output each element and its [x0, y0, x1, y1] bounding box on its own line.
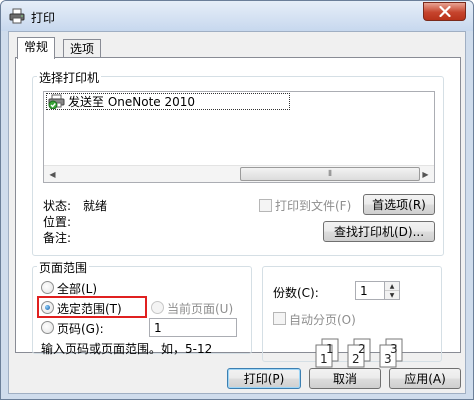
select-printer-group: 选择打印机 发送至 OneNote 2010 ◀ ⦀ ▶ 状态: 就绪 位置: …: [32, 69, 444, 256]
status-label: 状态:: [43, 199, 72, 213]
spin-up-icon[interactable]: ▲: [385, 282, 399, 291]
print-dialog: 打印 常规 选项 选择打印机 发送至 OneNote 2010 ◀ ⦀ ▶ 状态…: [0, 0, 474, 400]
dialog-body: 常规 选项 选择打印机 发送至 OneNote 2010 ◀ ⦀ ▶ 状态: 就…: [8, 31, 466, 394]
comment-label: 备注:: [43, 231, 72, 245]
preferences-button[interactable]: 首选项(R): [363, 194, 435, 215]
selection-highlight-box: [37, 296, 147, 318]
printer-name: 发送至 OneNote 2010: [68, 95, 196, 109]
range-pages-label: 页码(G):: [57, 322, 104, 336]
copies-input[interactable]: [355, 281, 385, 300]
collate-checkbox[interactable]: [273, 312, 286, 325]
collate-digit: 1: [320, 352, 328, 366]
collate-label: 自动分页(O): [289, 313, 356, 327]
page-range-group: 页面范围 全部(L) 选定范围(T) 当前页面(U) 页码(G): 输入页码或页…: [32, 259, 252, 356]
range-pages-radio[interactable]: [41, 321, 54, 334]
scroll-thumb[interactable]: ⦀: [240, 167, 420, 181]
range-hint: 输入页码或页面范围。如，5-12: [41, 342, 213, 356]
page-range-legend: 页面范围: [37, 259, 90, 276]
range-all-radio[interactable]: [41, 281, 54, 294]
range-current-page-radio[interactable]: [151, 301, 164, 314]
range-current-page-label: 当前页面(U): [167, 302, 234, 316]
range-all-label: 全部(L): [57, 282, 98, 296]
close-icon: [438, 6, 451, 17]
print-to-file-label: 打印到文件(F): [275, 199, 352, 213]
tab-panel-general: 选择打印机 发送至 OneNote 2010 ◀ ⦀ ▶ 状态: 就绪 位置: …: [15, 57, 461, 368]
print-button[interactable]: 打印(P): [227, 368, 301, 389]
apply-button[interactable]: 应用(A): [389, 368, 461, 389]
printer-list-scrollbar[interactable]: ◀ ⦀ ▶: [44, 165, 434, 182]
scroll-right-arrow-icon[interactable]: ▶: [417, 166, 434, 182]
location-label: 位置:: [43, 215, 72, 229]
copies-spinner[interactable]: ▲ ▼: [385, 281, 400, 300]
spin-down-icon[interactable]: ▼: [385, 291, 399, 300]
window-title: 打印: [31, 11, 56, 25]
find-printer-button[interactable]: 查找打印机(D)...: [323, 221, 435, 242]
print-to-file-checkbox[interactable]: [259, 199, 272, 212]
select-printer-legend: 选择打印机: [37, 69, 102, 86]
tab-options[interactable]: 选项: [63, 39, 102, 59]
collate-digit: 2: [352, 352, 360, 366]
pages-input[interactable]: [149, 318, 237, 337]
copies-group: 份数(C): ▲ ▼ 自动分页(O) 1: [262, 266, 442, 368]
tab-general[interactable]: 常规: [17, 37, 56, 59]
copies-label: 份数(C):: [273, 286, 319, 300]
status-value: 就绪: [83, 199, 108, 213]
printer-list[interactable]: 发送至 OneNote 2010 ◀ ⦀ ▶: [43, 91, 435, 183]
scroll-left-arrow-icon[interactable]: ◀: [44, 166, 61, 182]
cancel-button[interactable]: 取消: [309, 368, 381, 389]
printer-item-onenote[interactable]: 发送至 OneNote 2010: [46, 93, 290, 110]
title-bar[interactable]: 打印: [1, 1, 473, 31]
printer-icon: [9, 8, 25, 24]
collate-digit: 3: [384, 352, 392, 366]
printer-ready-icon: [48, 94, 65, 109]
close-button[interactable]: [423, 2, 466, 21]
